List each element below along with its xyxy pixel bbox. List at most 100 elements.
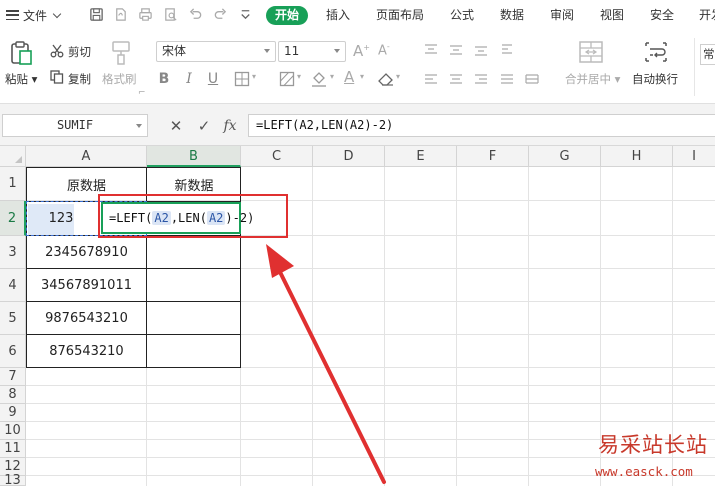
row-header-6[interactable]: 6 (0, 335, 26, 368)
column-header-d[interactable]: D (313, 146, 385, 167)
merge-center-icon[interactable] (578, 40, 604, 64)
row-header-7[interactable]: 7 (0, 368, 26, 386)
fill-color-icon[interactable] (310, 70, 328, 88)
table-border (26, 367, 241, 368)
tab-formulas[interactable]: 公式 (450, 6, 474, 25)
distributed-align-icon[interactable] (525, 74, 539, 86)
print-preview-icon[interactable] (163, 7, 178, 22)
column-header-e[interactable]: E (385, 146, 457, 167)
align-top-icon[interactable] (424, 44, 438, 56)
tab-developer[interactable]: 开发 (699, 6, 715, 25)
row-header-9[interactable]: 9 (0, 404, 26, 422)
cell-a4[interactable]: 34567891011 (26, 269, 147, 302)
clipboard-dialog-icon[interactable]: ⌐ (138, 88, 146, 98)
confirm-formula-icon[interactable]: ✓ (195, 116, 213, 136)
watermark-url: www.easck.com (595, 464, 693, 479)
decrease-font-size-button[interactable]: A- (378, 42, 390, 58)
name-box[interactable]: SUMIF (2, 114, 148, 137)
align-right-icon[interactable] (474, 74, 488, 86)
wrap-text-icon[interactable] (643, 40, 669, 64)
tab-security[interactable]: 安全 (650, 6, 674, 25)
merge-center-label: 合并居中 (565, 72, 611, 86)
underline-button[interactable]: U (206, 70, 220, 88)
align-middle-icon[interactable] (449, 44, 463, 56)
row-header-5[interactable]: 5 (0, 302, 26, 335)
row-header-4[interactable]: 4 (0, 269, 26, 302)
tab-home[interactable]: 开始 (266, 6, 309, 25)
cancel-formula-icon[interactable]: ✕ (167, 116, 185, 136)
column-header-b[interactable]: B (147, 146, 241, 167)
chevron-down-icon (52, 9, 62, 18)
align-bottom-icon[interactable] (474, 44, 488, 56)
watermark-title: 易采站长站 (598, 433, 708, 457)
tab-data[interactable]: 数据 (500, 6, 524, 25)
paste-icon[interactable] (8, 40, 34, 66)
row-header-10[interactable]: 10 (0, 422, 26, 440)
tab-view[interactable]: 视图 (600, 6, 624, 25)
column-header-h[interactable]: H (601, 146, 673, 167)
insert-function-button[interactable]: fx (220, 116, 240, 136)
row-header-13[interactable]: 13 (0, 474, 26, 486)
column-header-f[interactable]: F (457, 146, 529, 167)
formula-input[interactable]: =LEFT(A2,LEN(A2)-2) (248, 114, 715, 137)
font-color-button[interactable]: A (344, 68, 354, 86)
merge-center-button[interactable]: 合并居中 ▾ (565, 71, 620, 87)
print-icon[interactable] (138, 7, 153, 22)
borders-dropdown-icon[interactable]: ▾ (252, 72, 256, 81)
cut-button[interactable]: 剪切 (68, 44, 91, 60)
file-menu[interactable]: 文件 (6, 6, 62, 24)
menu-bar: 文件 开始 插入 页面布局 公式 数据 审阅 视图 安全 开发 (0, 0, 715, 30)
format-painter-icon[interactable] (110, 40, 132, 66)
font-size-select[interactable]: 11 (278, 41, 346, 62)
table-border (26, 268, 241, 269)
fill-pattern-icon[interactable] (279, 71, 295, 87)
select-all-corner[interactable] (0, 146, 26, 167)
paste-button[interactable]: 粘贴 ▾ (5, 71, 37, 87)
tab-review[interactable]: 审阅 (550, 6, 574, 25)
annotation-arrow (266, 244, 386, 484)
row-header-11[interactable]: 11 (0, 440, 26, 458)
increase-font-size-button[interactable]: A+ (353, 42, 370, 60)
align-center-icon[interactable] (449, 74, 463, 86)
tab-insert[interactable]: 插入 (326, 6, 350, 25)
italic-button[interactable]: I (182, 70, 196, 88)
clear-dropdown-icon[interactable]: ▾ (396, 72, 400, 81)
font-name-select[interactable]: 宋体 (156, 41, 276, 62)
font-color-dropdown-icon[interactable]: ▾ (360, 72, 364, 81)
wrap-text-button[interactable]: 自动换行 (632, 71, 678, 87)
align-left-icon[interactable] (424, 74, 438, 86)
row-header-3[interactable]: 3 (0, 236, 26, 269)
column-header-a[interactable]: A (26, 146, 147, 167)
row-header-1[interactable]: 1 (0, 167, 26, 201)
borders-icon[interactable] (234, 71, 250, 87)
row-header-8[interactable]: 8 (0, 386, 26, 404)
column-header-g[interactable]: G (529, 146, 601, 167)
cell-a6[interactable]: 876543210 (26, 335, 147, 368)
copy-button[interactable]: 复制 (68, 71, 91, 87)
fill-color-dropdown-icon[interactable]: ▾ (330, 72, 334, 81)
column-header-i[interactable]: I (673, 146, 715, 167)
justify-icon[interactable] (500, 74, 514, 86)
row-header-2[interactable]: 2 (0, 201, 26, 236)
customize-toolbar-icon[interactable] (238, 7, 253, 22)
eraser-icon[interactable] (377, 71, 395, 87)
scissors-icon (50, 44, 64, 58)
table-border (26, 301, 241, 302)
column-header-c[interactable]: C (241, 146, 313, 167)
redo-icon[interactable] (213, 7, 228, 22)
text-direction-icon[interactable] (500, 44, 514, 56)
tab-page-layout[interactable]: 页面布局 (376, 6, 424, 25)
save-icon[interactable] (89, 7, 104, 22)
export-pdf-icon[interactable] (113, 7, 128, 22)
cell-a5[interactable]: 9876543210 (26, 302, 147, 335)
number-format-select[interactable]: 常 (700, 44, 715, 65)
bold-button[interactable]: B (157, 70, 171, 88)
file-menu-label: 文件 (23, 8, 48, 23)
font-name-value: 宋体 (162, 44, 187, 58)
undo-icon[interactable] (188, 7, 203, 22)
name-box-value: SUMIF (56, 118, 94, 132)
fill-pattern-dropdown-icon[interactable]: ▾ (297, 72, 301, 81)
format-painter-button[interactable]: 格式刷 (102, 71, 137, 87)
annotation-box (98, 194, 288, 238)
cell-a3[interactable]: 2345678910 (26, 236, 147, 269)
